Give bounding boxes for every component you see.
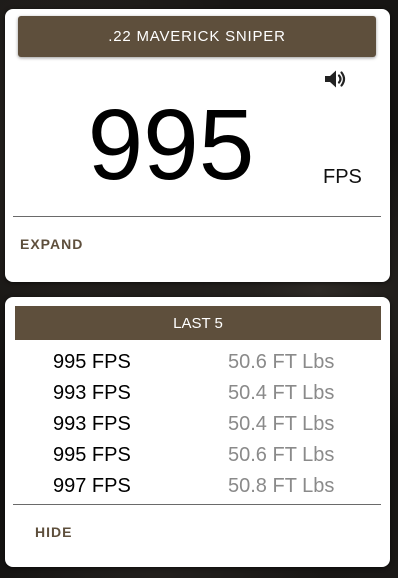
volume-icon[interactable]: [322, 66, 348, 92]
speed-unit: FPS: [323, 166, 362, 188]
shot-row: 993 FPS 50.4 FT Lbs: [5, 379, 390, 410]
shot-fps: 995 FPS: [53, 351, 131, 373]
last-five-title: LAST 5: [173, 314, 223, 332]
profile-title-bar[interactable]: .22 MAVERICK SNIPER: [18, 16, 376, 57]
current-speed-card: .22 MAVERICK SNIPER 995 FPS EXPAND: [5, 9, 390, 282]
shot-energy: 50.4 FT Lbs: [228, 413, 335, 435]
shot-row: 993 FPS 50.4 FT Lbs: [5, 410, 390, 441]
shots-list: 995 FPS 50.6 FT Lbs 993 FPS 50.4 FT Lbs …: [5, 348, 390, 503]
profile-title: .22 MAVERICK SNIPER: [108, 28, 286, 45]
last-five-card: LAST 5 995 FPS 50.6 FT Lbs 993 FPS 50.4 …: [5, 297, 390, 567]
volume-icon-graphic: [325, 70, 346, 88]
shot-fps: 995 FPS: [53, 444, 131, 466]
shot-row: 995 FPS 50.6 FT Lbs: [5, 348, 390, 379]
shot-fps: 993 FPS: [53, 382, 131, 404]
shot-row: 995 FPS 50.6 FT Lbs: [5, 441, 390, 472]
shot-energy: 50.6 FT Lbs: [228, 351, 335, 373]
shot-row: 997 FPS 50.8 FT Lbs: [5, 472, 390, 503]
divider: [13, 504, 381, 505]
expand-button[interactable]: EXPAND: [20, 236, 83, 252]
shot-energy: 50.8 FT Lbs: [228, 475, 335, 497]
last-five-header: LAST 5: [15, 306, 381, 340]
divider: [13, 216, 381, 217]
hide-button[interactable]: HIDE: [35, 524, 72, 540]
speed-value: 995: [87, 89, 255, 201]
shot-energy: 50.6 FT Lbs: [228, 444, 335, 466]
shot-energy: 50.4 FT Lbs: [228, 382, 335, 404]
shot-fps: 993 FPS: [53, 413, 131, 435]
shot-fps: 997 FPS: [53, 475, 131, 497]
